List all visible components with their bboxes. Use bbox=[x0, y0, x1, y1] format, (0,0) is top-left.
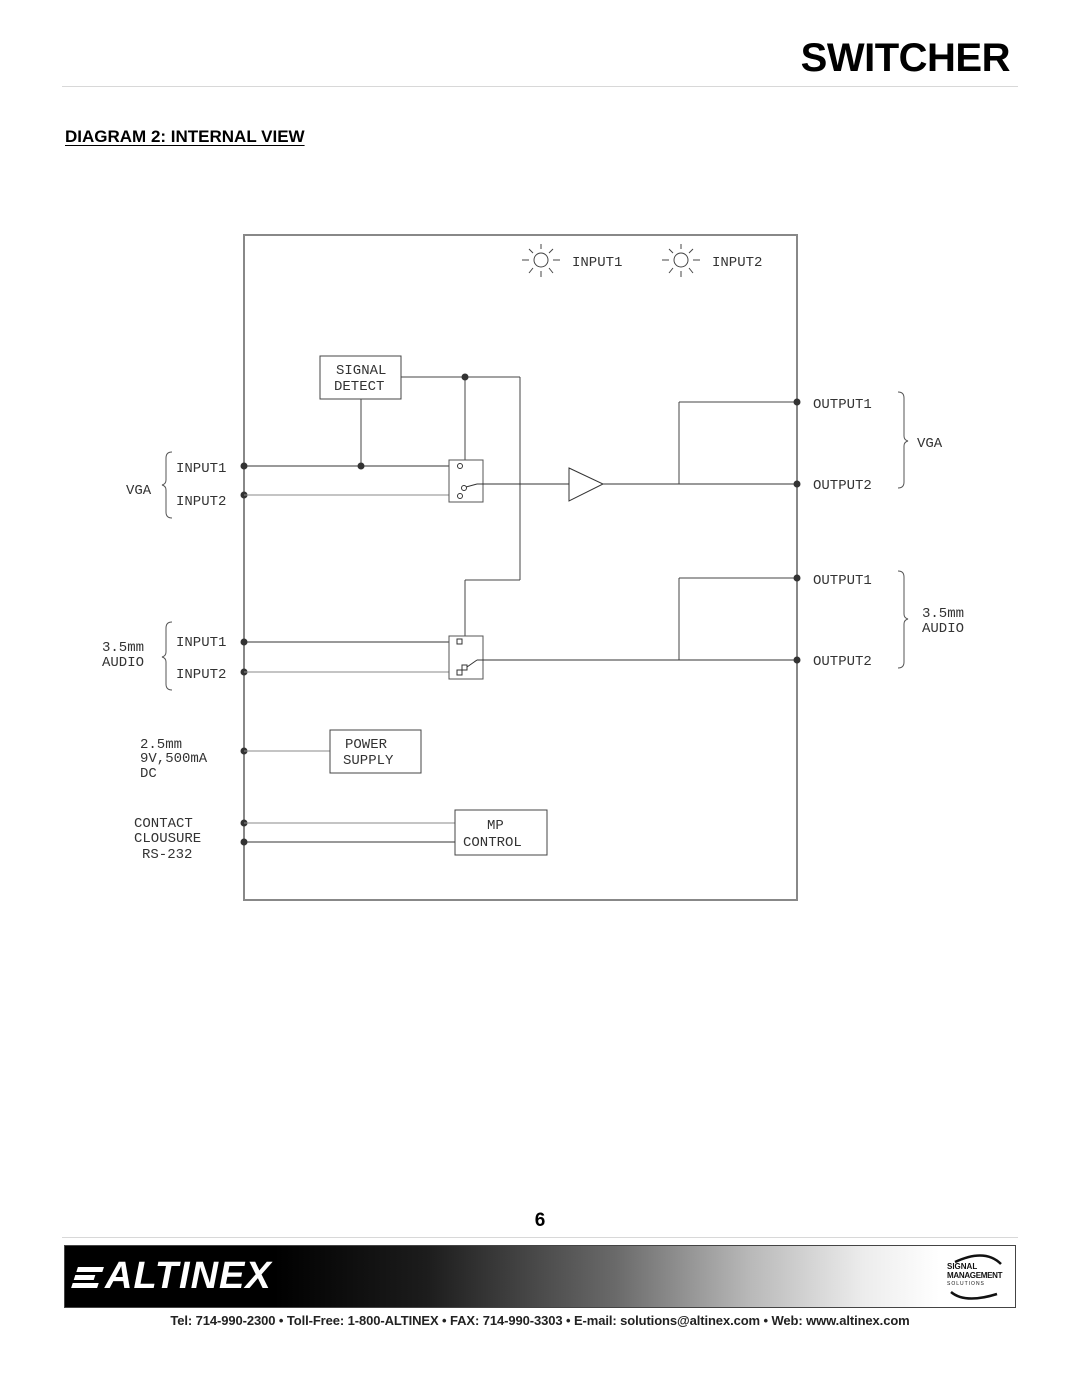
power-input-label-3: DC bbox=[140, 766, 157, 782]
audio-input2-label: INPUT2 bbox=[176, 667, 226, 683]
audio-output-group-label-2: AUDIO bbox=[922, 621, 964, 637]
audio-output-brace bbox=[897, 570, 909, 669]
indicator-label-input1: INPUT1 bbox=[572, 255, 622, 271]
power-input-label-2: 9V,500mA bbox=[140, 751, 208, 767]
vga-output1-label: OUTPUT1 bbox=[813, 397, 872, 413]
audio-output2-port bbox=[793, 656, 801, 664]
audio-switch bbox=[448, 635, 484, 680]
page-number: 6 bbox=[534, 1210, 546, 1231]
contact-info: Tel: 714-990-2300 • Toll-Free: 1-800-ALT… bbox=[170, 1313, 910, 1328]
vga-input2-label: INPUT2 bbox=[176, 494, 226, 510]
amplifier-icon bbox=[568, 467, 605, 502]
vga-switch bbox=[448, 459, 484, 503]
signal-detect-wiring bbox=[360, 376, 521, 636]
audio-output2-label: OUTPUT2 bbox=[813, 654, 872, 670]
vga-input-group-label: VGA bbox=[126, 483, 152, 499]
signal-detect-label-1: SIGNAL bbox=[336, 363, 386, 379]
control-input-label-2: CLOUSURE bbox=[134, 831, 201, 847]
vga-output2-port bbox=[793, 480, 801, 488]
signal-detect-label-2: DETECT bbox=[334, 379, 384, 395]
altinex-logo-bars-icon bbox=[71, 1263, 107, 1289]
audio-output1-port bbox=[793, 574, 801, 582]
junction-dot bbox=[461, 373, 469, 381]
led-sun-icon bbox=[522, 244, 560, 277]
footer-banner: ALTINEX SIGNAL MANAGEMENT SOLUTIONS bbox=[64, 1245, 1016, 1308]
audio-input-brace bbox=[161, 621, 173, 691]
mp-control-label-2: CONTROL bbox=[463, 835, 522, 851]
signal-management-solutions-logo: SIGNAL MANAGEMENT SOLUTIONS bbox=[945, 1250, 1009, 1304]
audio-output-group-label-1: 3.5mm bbox=[922, 606, 964, 622]
vga-input-brace bbox=[161, 451, 173, 519]
vga-output-group-label: VGA bbox=[917, 436, 943, 452]
indicator-label-input2: INPUT2 bbox=[712, 255, 762, 271]
power-supply-label-1: POWER bbox=[345, 737, 388, 753]
control-input-label-1: CONTACT bbox=[134, 816, 193, 832]
badge-line-1: SIGNAL bbox=[947, 1262, 978, 1271]
badge-line-3: SOLUTIONS bbox=[947, 1281, 985, 1287]
vga-input1-label: INPUT1 bbox=[176, 461, 226, 477]
audio-input1-label: INPUT1 bbox=[176, 635, 226, 651]
footer-divider bbox=[62, 1237, 1018, 1238]
power-supply-label-2: SUPPLY bbox=[343, 753, 394, 769]
internal-view-diagram: INPUT1 INPUT2 SIGNAL DETECT VGA INPUT1 I… bbox=[102, 234, 964, 901]
badge-line-2: MANAGEMENT bbox=[947, 1271, 1003, 1280]
led-sun-icon bbox=[662, 244, 700, 277]
altinex-brand-text: ALTINEX bbox=[105, 1254, 272, 1297]
vga-output1-port bbox=[793, 398, 801, 406]
vga-output-brace bbox=[897, 391, 909, 489]
audio-output1-label: OUTPUT1 bbox=[813, 573, 872, 589]
mp-control-label-1: MP bbox=[487, 818, 504, 834]
vga-output2-label: OUTPUT2 bbox=[813, 478, 872, 494]
audio-input-group-label-1: 3.5mm bbox=[102, 640, 144, 656]
altinex-logo: ALTINEX bbox=[71, 1254, 272, 1298]
audio-input-group-label-2: AUDIO bbox=[102, 655, 144, 671]
control-input-label-3: RS-232 bbox=[142, 847, 192, 863]
